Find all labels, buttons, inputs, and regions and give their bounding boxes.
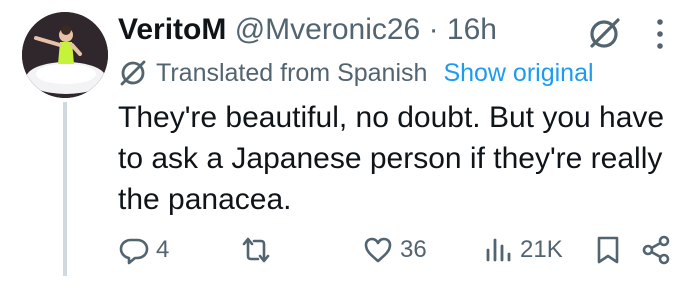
author-name[interactable]: VeritoM [118, 13, 226, 46]
timestamp[interactable]: 16h [447, 13, 497, 46]
reply-button[interactable]: 4 [118, 234, 169, 266]
like-button[interactable]: 36 [362, 234, 427, 266]
retweet-button[interactable] [240, 234, 278, 266]
avatar[interactable] [22, 12, 108, 98]
retweet-icon [242, 237, 270, 263]
share-button[interactable] [640, 234, 678, 266]
tweet-header: VeritoM @Mveronic26 · 16h [118, 10, 497, 50]
bookmark-button[interactable] [592, 234, 630, 266]
translate-icon [120, 60, 146, 86]
avatar-image [22, 12, 108, 98]
translated-label: Translated from Spanish [156, 59, 428, 87]
tweet-text: They're beautiful, no doubt. But you hav… [118, 101, 665, 216]
action-bar: 4 36 21K [118, 235, 678, 292]
share-icon [642, 235, 670, 265]
translation-notice: Translated from Spanish Show original [118, 56, 594, 90]
heart-icon [364, 237, 392, 263]
separator-dot: · [428, 13, 439, 46]
more-icon[interactable] [645, 16, 675, 52]
reply-icon [119, 238, 149, 265]
views-button[interactable]: 21K [482, 234, 563, 266]
like-count: 36 [400, 236, 427, 263]
bookmark-icon [597, 236, 619, 264]
show-original-link[interactable]: Show original [443, 56, 593, 90]
views-count: 21K [520, 236, 563, 263]
views-icon [486, 238, 511, 262]
author-handle[interactable]: @Mveronic26 [235, 13, 421, 46]
thread-line [63, 102, 67, 276]
reply-count: 4 [156, 236, 170, 263]
grok-icon[interactable] [586, 16, 622, 52]
